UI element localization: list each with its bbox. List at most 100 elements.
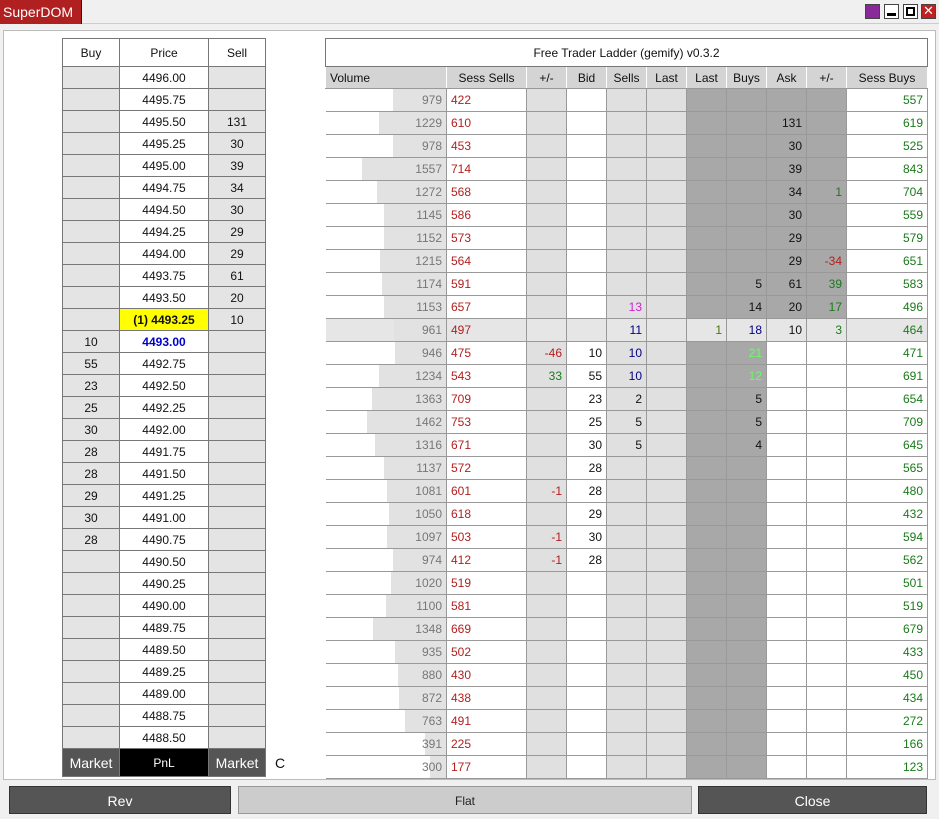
buy-cell[interactable]: [62, 572, 120, 595]
buy-cell[interactable]: [62, 726, 120, 749]
buy-cell[interactable]: [62, 638, 120, 661]
last-buy-cell: [686, 226, 727, 250]
sell-cell[interactable]: [208, 572, 266, 595]
buys-cell: [726, 755, 767, 779]
sell-cell[interactable]: [208, 440, 266, 463]
reverse-button[interactable]: Rev: [9, 786, 231, 814]
sell-cell[interactable]: [208, 396, 266, 419]
sells-cell: [606, 617, 647, 641]
buy-cell[interactable]: [62, 242, 120, 265]
sell-cell[interactable]: 39: [208, 154, 266, 177]
buy-cell[interactable]: [62, 176, 120, 199]
buy-cell[interactable]: 30: [62, 506, 120, 529]
bid-cell: 55: [566, 364, 607, 388]
buy-cell[interactable]: 23: [62, 374, 120, 397]
buy-cell[interactable]: 55: [62, 352, 120, 375]
sell-cell[interactable]: 34: [208, 176, 266, 199]
minimize-icon[interactable]: [884, 4, 899, 19]
sell-cell[interactable]: [208, 594, 266, 617]
close-button[interactable]: Close: [698, 786, 927, 814]
sell-cell[interactable]: [208, 660, 266, 683]
buy-cell[interactable]: 28: [62, 528, 120, 551]
sell-cell[interactable]: 61: [208, 264, 266, 287]
sell-cell[interactable]: [208, 484, 266, 507]
ask-delta-cell: -34: [806, 249, 847, 273]
ask-cell: [766, 479, 807, 503]
sell-cell[interactable]: [208, 374, 266, 397]
sell-cell[interactable]: 29: [208, 220, 266, 243]
buy-cell[interactable]: [62, 594, 120, 617]
sell-cell[interactable]: [208, 726, 266, 749]
sells-cell: 10: [606, 364, 647, 388]
sess-buys-cell: 123: [846, 755, 928, 779]
sell-cell[interactable]: [208, 682, 266, 705]
buy-cell[interactable]: [62, 308, 120, 331]
cancel-orders-button[interactable]: C: [275, 755, 285, 771]
sell-cell[interactable]: [208, 66, 266, 89]
bid-delta-cell: [526, 640, 567, 664]
sell-cell[interactable]: [208, 506, 266, 529]
last-buy-cell: [686, 387, 727, 411]
last-sell-cell: [646, 479, 687, 503]
close-icon[interactable]: ✕: [921, 4, 936, 19]
sell-cell[interactable]: [208, 550, 266, 573]
buy-market-button[interactable]: Market: [62, 748, 120, 777]
price-row: 4488.50: [62, 726, 266, 749]
bid-cell: 29: [566, 502, 607, 526]
sell-cell[interactable]: [208, 638, 266, 661]
buy-cell[interactable]: [62, 704, 120, 727]
buy-cell[interactable]: [62, 154, 120, 177]
sell-cell[interactable]: [208, 462, 266, 485]
buy-cell[interactable]: 28: [62, 440, 120, 463]
buy-cell[interactable]: [62, 616, 120, 639]
buy-cell[interactable]: [62, 550, 120, 573]
buy-cell[interactable]: 29: [62, 484, 120, 507]
buy-cell[interactable]: [62, 264, 120, 287]
buy-cell[interactable]: 25: [62, 396, 120, 419]
sell-cell[interactable]: 30: [208, 132, 266, 155]
sell-cell[interactable]: [208, 528, 266, 551]
sell-cell[interactable]: 10: [208, 308, 266, 331]
buy-cell[interactable]: [62, 198, 120, 221]
sell-cell[interactable]: 29: [208, 242, 266, 265]
buys-cell: 5: [726, 272, 767, 296]
ladder-row: 1462 753 25 5 5 709: [325, 410, 928, 434]
buy-cell[interactable]: [62, 660, 120, 683]
sells-header: Sells: [606, 66, 647, 89]
sell-cell[interactable]: [208, 418, 266, 441]
price-row: 4494.00 29: [62, 242, 266, 265]
sell-cell[interactable]: [208, 352, 266, 375]
buy-cell[interactable]: 30: [62, 418, 120, 441]
maximize-icon[interactable]: [903, 4, 918, 19]
color-icon[interactable]: [865, 4, 880, 19]
sell-cell[interactable]: [208, 88, 266, 111]
bid-cell: [566, 617, 607, 641]
buy-cell[interactable]: [62, 286, 120, 309]
buy-cell[interactable]: [62, 682, 120, 705]
buy-cell[interactable]: [62, 220, 120, 243]
buy-cell[interactable]: [62, 132, 120, 155]
bid-delta-cell: 33: [526, 364, 567, 388]
sell-cell[interactable]: 30: [208, 198, 266, 221]
price-cell: 4491.75: [119, 440, 209, 463]
buy-cell[interactable]: 10: [62, 330, 120, 353]
buy-cell[interactable]: [62, 66, 120, 89]
buy-cell[interactable]: [62, 110, 120, 133]
bid-delta-cell: [526, 709, 567, 733]
ask-delta-cell: 1: [806, 180, 847, 204]
sells-cell: 10: [606, 341, 647, 365]
sell-cell[interactable]: 131: [208, 110, 266, 133]
flat-button[interactable]: Flat: [238, 786, 692, 814]
price-row: 55 4492.75: [62, 352, 266, 375]
buy-cell[interactable]: 28: [62, 462, 120, 485]
buys-cell: [726, 617, 767, 641]
buy-cell[interactable]: [62, 88, 120, 111]
sess-sells-cell: 568: [446, 180, 527, 204]
sell-cell[interactable]: [208, 616, 266, 639]
bid-cell: [566, 732, 607, 756]
sell-market-button[interactable]: Market: [208, 748, 266, 777]
sell-cell[interactable]: [208, 704, 266, 727]
sell-cell[interactable]: 20: [208, 286, 266, 309]
sell-cell[interactable]: [208, 330, 266, 353]
ladder-row: 1097 503 -1 30 594: [325, 525, 928, 549]
